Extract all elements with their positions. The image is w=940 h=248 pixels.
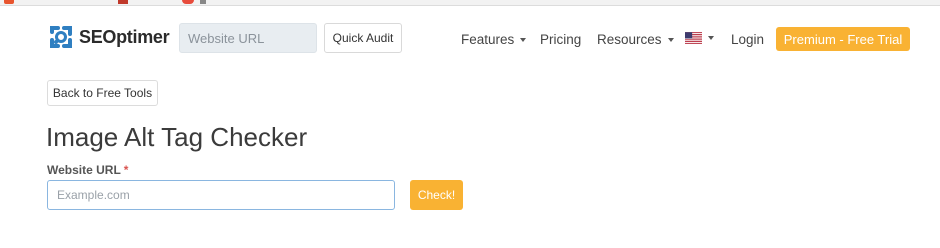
top-navbar: SEOptimer Quick Audit Features Pricing R…	[0, 7, 940, 67]
chevron-down-icon	[708, 36, 714, 40]
us-flag-icon	[685, 32, 702, 44]
language-selector[interactable]	[685, 32, 714, 44]
tab-favicon[interactable]	[4, 0, 14, 4]
browser-tab-strip	[0, 0, 940, 6]
page-title: Image Alt Tag Checker	[46, 122, 308, 152]
chevron-down-icon	[520, 37, 527, 42]
tab-favicon[interactable]	[118, 0, 128, 4]
premium-free-trial-button[interactable]: Premium - Free Trial	[776, 27, 910, 51]
chevron-down-icon	[667, 37, 674, 42]
nav-resources-label: Resources	[597, 32, 662, 47]
nav-features[interactable]: Features	[461, 32, 527, 47]
nav-features-label: Features	[461, 32, 515, 47]
nav-resources[interactable]: Resources	[597, 32, 674, 47]
website-url-input[interactable]	[47, 180, 395, 210]
back-to-free-tools-button[interactable]: Back to Free Tools	[47, 80, 158, 106]
seoptimer-logo[interactable]: SEOptimer	[47, 23, 170, 51]
website-url-label: Website URL *	[47, 163, 128, 177]
nav-website-url-input[interactable]	[179, 23, 317, 53]
nav-login[interactable]: Login	[731, 32, 764, 47]
gear-logo-icon	[50, 26, 72, 48]
check-button[interactable]: Check!	[410, 180, 463, 210]
required-marker: *	[123, 163, 129, 177]
nav-pricing[interactable]: Pricing	[540, 32, 581, 47]
tab-favicon[interactable]	[182, 0, 194, 4]
website-url-label-text: Website URL	[47, 163, 121, 177]
quick-audit-button[interactable]: Quick Audit	[324, 23, 402, 53]
logo-text: SEOptimer	[79, 26, 170, 47]
tab-favicon[interactable]	[200, 0, 206, 4]
nav-pricing-label: Pricing	[540, 32, 582, 47]
